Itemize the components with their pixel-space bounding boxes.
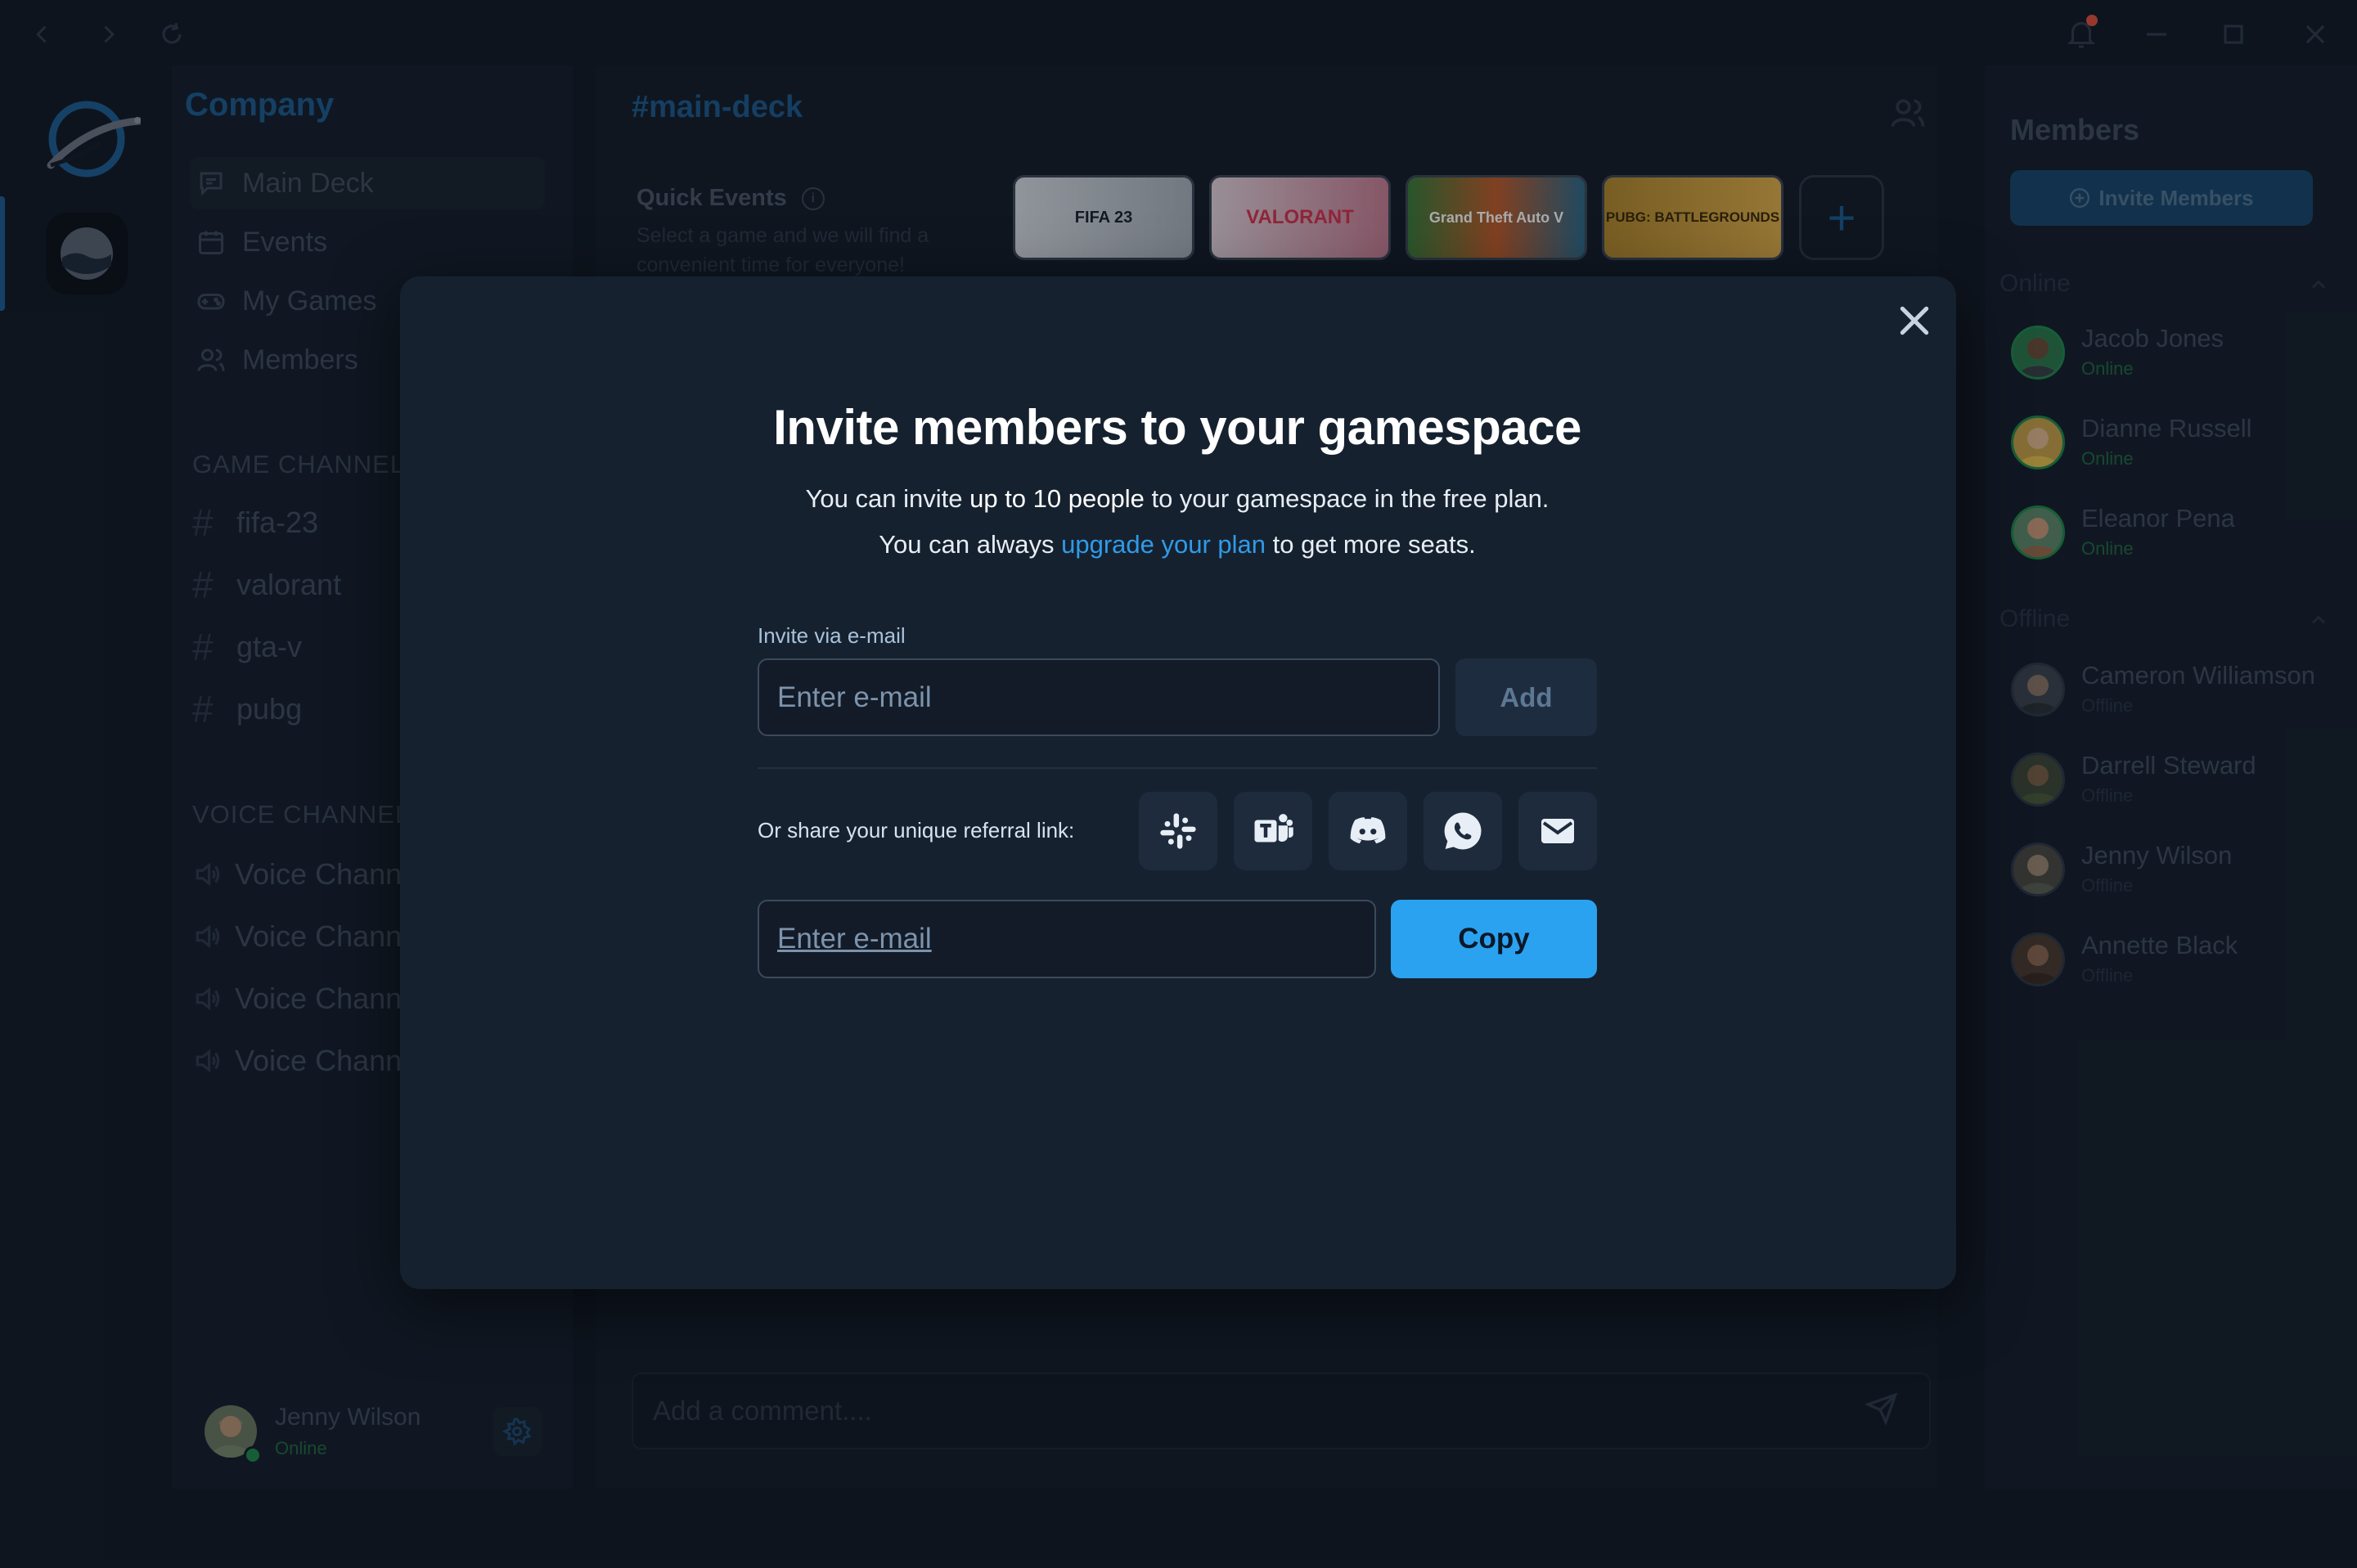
referral-link-field[interactable]: Enter e-mail: [758, 900, 1376, 978]
email-share-button[interactable]: [1518, 792, 1597, 870]
modal-heading: Invite members to your gamespace: [773, 400, 1581, 455]
discord-icon: [1350, 817, 1386, 844]
close-icon[interactable]: [1896, 303, 1932, 339]
upgrade-plan-link[interactable]: upgrade your plan: [1061, 530, 1266, 559]
modal-description-line2: You can always upgrade your plan to get …: [879, 530, 1476, 559]
modal-description-line1: You can invite up to 10 people to your g…: [805, 484, 1550, 513]
discord-share-button[interactable]: [1329, 792, 1407, 870]
whatsapp-icon: [1444, 812, 1482, 850]
teams-icon: [1254, 814, 1293, 842]
referral-link-value: Enter e-mail: [777, 923, 932, 955]
divider: [758, 767, 1597, 769]
add-button[interactable]: Add: [1455, 658, 1597, 736]
share-referral-label: Or share your unique referral link:: [758, 818, 1075, 842]
seat-limit-text: up to 10 people: [969, 484, 1145, 513]
email-field[interactable]: Enter e-mail: [758, 658, 1440, 736]
mail-icon: [1541, 819, 1574, 843]
email-placeholder: Enter e-mail: [777, 681, 932, 713]
slack-icon: [1160, 813, 1196, 849]
copy-button[interactable]: Copy: [1391, 900, 1597, 978]
teams-share-button[interactable]: [1234, 792, 1312, 870]
invite-email-label: Invite via e-mail: [758, 623, 906, 648]
slack-share-button[interactable]: [1139, 792, 1217, 870]
whatsapp-share-button[interactable]: [1424, 792, 1502, 870]
